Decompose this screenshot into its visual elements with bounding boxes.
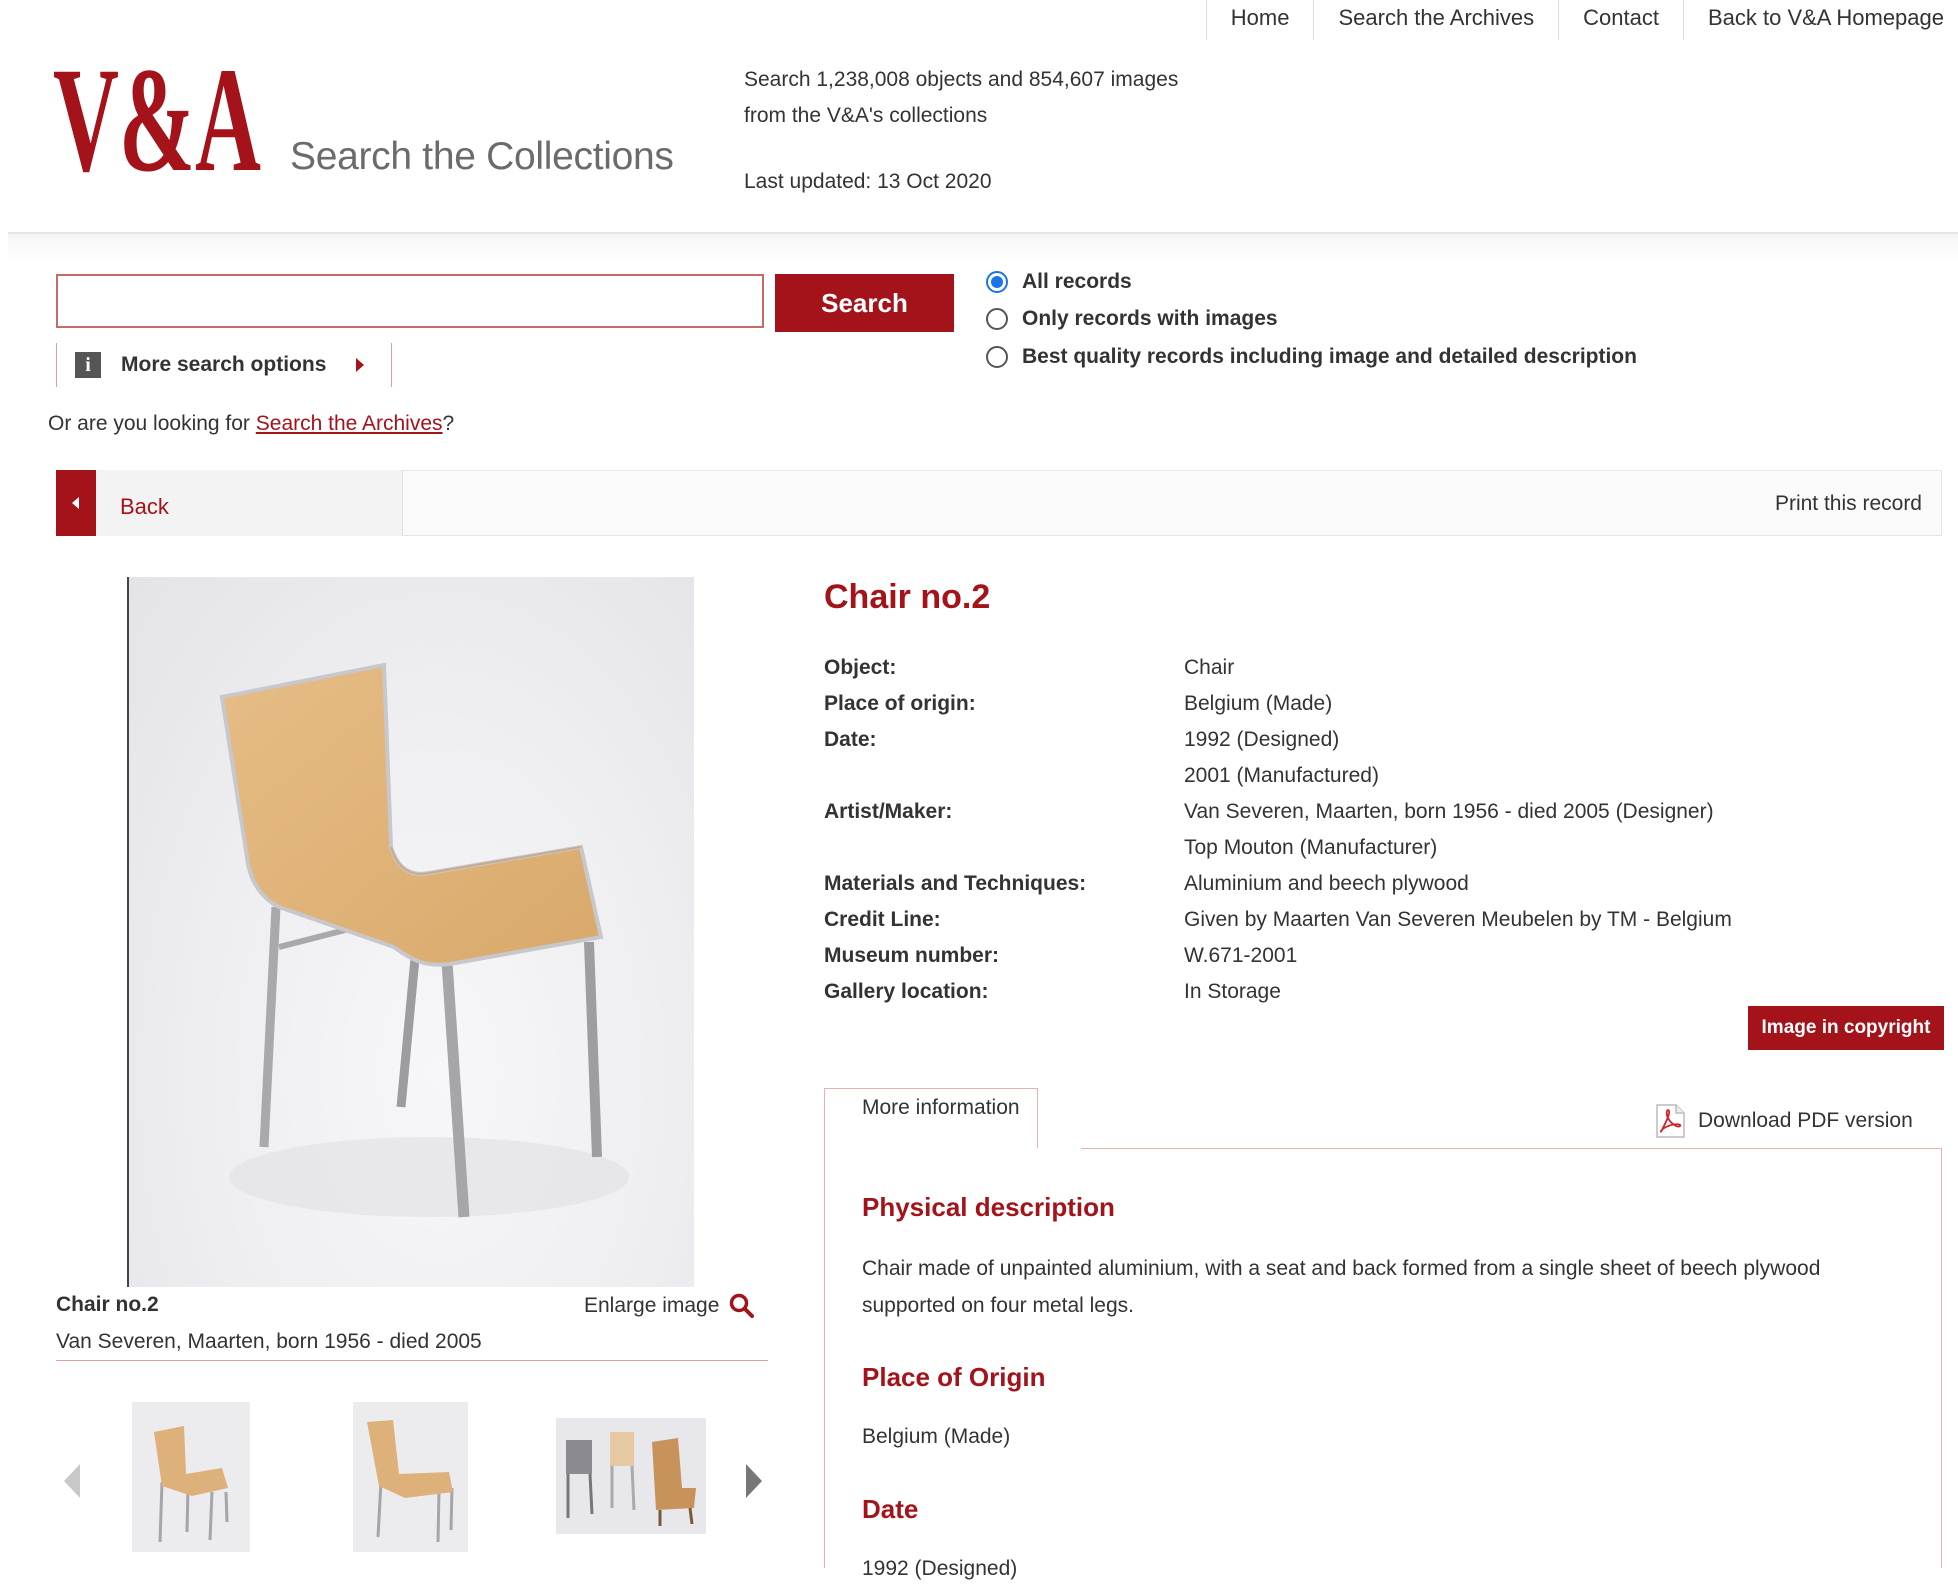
field-row-artist-maker: Artist/Maker: Van Severen, Maarten, born… <box>824 794 1944 866</box>
field-label: Place of origin: <box>824 692 976 715</box>
radio-label: Best quality records including image and… <box>1022 345 1637 368</box>
place-of-origin-heading: Place of Origin <box>862 1362 1046 1392</box>
radio-button[interactable] <box>986 346 1008 368</box>
radio-best-quality[interactable]: Best quality records including image and… <box>986 341 1637 373</box>
field-row-museum-number: Museum number: W.671-2001 <box>824 938 1944 974</box>
back-label[interactable]: Back <box>120 494 169 520</box>
enlarge-image-link[interactable]: Enlarge image <box>584 1293 755 1319</box>
field-label: Credit Line: <box>824 908 941 931</box>
field-label: Gallery location: <box>824 980 989 1003</box>
thumbnail-2[interactable] <box>353 1402 468 1552</box>
download-pdf-link[interactable]: Download PDF version <box>1654 1104 1913 1138</box>
field-value: Belgium (Made) <box>1184 692 1333 715</box>
magnifier-icon[interactable] <box>729 1293 755 1319</box>
field-label: Artist/Maker: <box>824 800 953 823</box>
field-value: Top Mouton (Manufacturer) <box>1184 836 1438 859</box>
search-button[interactable]: Search <box>775 274 954 332</box>
field-value: 1992 (Designed) <box>1184 728 1340 751</box>
nav-back-to-homepage[interactable]: Back to V&A Homepage <box>1682 0 1958 40</box>
nav-search-archives[interactable]: Search the Archives <box>1313 0 1558 40</box>
field-value: Van Severen, Maarten, born 1956 - died 2… <box>1184 800 1714 823</box>
field-label: Date: <box>824 728 877 751</box>
field-row-gallery-location: Gallery location: In Storage <box>824 974 1944 1010</box>
header-shadow <box>8 234 1958 262</box>
radio-button-checked[interactable] <box>986 271 1008 293</box>
archives-prefix: Or are you looking for <box>48 412 256 435</box>
tab-more-information[interactable]: More information <box>862 1096 1020 1120</box>
caption-divider <box>56 1360 768 1361</box>
last-updated: Last updated: 13 Oct 2020 <box>744 170 992 193</box>
search-archives-link[interactable]: Search the Archives <box>256 412 443 435</box>
chevron-left-icon[interactable] <box>60 1462 82 1500</box>
field-label: Materials and Techniques: <box>824 872 1087 895</box>
field-value: Given by Maarten Van Severen Meubelen by… <box>1184 908 1732 931</box>
stats-line-1: Search 1,238,008 objects and 854,607 ima… <box>744 68 1179 91</box>
panel-left-border <box>824 1088 825 1568</box>
info-icon: i <box>75 352 101 378</box>
field-value: Chair <box>1184 656 1235 679</box>
place-of-origin-text: Belgium (Made) <box>862 1425 1011 1448</box>
archives-suffix: ? <box>442 412 455 435</box>
field-row-date: Date: 1992 (Designed) 2001 (Manufactured… <box>824 722 1944 794</box>
more-search-options-label: More search options <box>121 353 327 376</box>
more-search-options[interactable]: i More search options <box>56 343 392 387</box>
search-input[interactable] <box>56 274 764 328</box>
logo-text: V&A <box>53 52 261 182</box>
radio-label: All records <box>1022 270 1132 293</box>
back-arrow-icon[interactable] <box>56 470 96 536</box>
panel-right-border <box>1941 1148 1942 1568</box>
object-main-image[interactable] <box>127 577 694 1287</box>
print-record-link[interactable]: Print this record <box>1775 492 1922 516</box>
field-value: In Storage <box>1184 980 1281 1003</box>
field-label: Object: <box>824 656 897 679</box>
top-navigation: Home Search the Archives Contact Back to… <box>1205 0 1958 40</box>
site-subtitle: Search the Collections <box>290 135 674 178</box>
physical-description-heading: Physical description <box>862 1192 1115 1222</box>
chair-illustration <box>219 662 629 1218</box>
caret-right-icon <box>356 358 365 372</box>
radio-label: Only records with images <box>1022 307 1278 330</box>
back-button[interactable] <box>56 470 403 536</box>
field-row-place-of-origin: Place of origin: Belgium (Made) <box>824 686 1944 722</box>
tab-top-border <box>824 1088 1038 1089</box>
radio-button[interactable] <box>986 308 1008 330</box>
field-value: 2001 (Manufactured) <box>1184 764 1379 787</box>
tab-right-border <box>1037 1088 1038 1148</box>
thumbnail-3[interactable] <box>556 1418 706 1534</box>
nav-home[interactable]: Home <box>1205 0 1314 40</box>
radio-all-records[interactable]: All records <box>986 266 1132 298</box>
tab-baseline <box>1081 1148 1942 1149</box>
image-copyright-button[interactable]: Image in copyright <box>1748 1006 1944 1050</box>
download-pdf-label: Download PDF version <box>1698 1109 1913 1132</box>
record-title: Chair no.2 <box>824 578 991 616</box>
field-value: Aluminium and beech plywood <box>1184 872 1469 895</box>
chevron-right-icon[interactable] <box>744 1462 766 1500</box>
va-logo[interactable]: V&A <box>53 52 263 182</box>
field-value: W.671-2001 <box>1184 944 1298 967</box>
image-caption-maker: Van Severen, Maarten, born 1956 - died 2… <box>56 1330 482 1353</box>
radio-records-with-images[interactable]: Only records with images <box>986 303 1278 335</box>
field-row-credit-line: Credit Line: Given by Maarten Van Severe… <box>824 902 1944 938</box>
enlarge-image-label: Enlarge image <box>584 1294 720 1317</box>
field-row-materials: Materials and Techniques: Aluminium and … <box>824 866 1944 902</box>
stats-line-2: from the V&A's collections <box>744 104 988 127</box>
physical-description-text: Chair made of unpainted aluminium, with … <box>862 1250 1820 1324</box>
record-fields: Object: Chair Place of origin: Belgium (… <box>824 650 1944 1010</box>
collection-stats: Search 1,238,008 objects and 854,607 ima… <box>744 62 1178 134</box>
physical-description-line-2: supported on four metal legs. <box>862 1294 1134 1317</box>
pdf-icon <box>1656 1104 1685 1138</box>
nav-contact[interactable]: Contact <box>1558 0 1683 40</box>
date-text: 1992 (Designed) <box>862 1557 1018 1580</box>
date-heading: Date <box>862 1494 919 1524</box>
physical-description-line-1: Chair made of unpainted aluminium, with … <box>862 1257 1821 1280</box>
field-row-object: Object: Chair <box>824 650 1944 686</box>
image-caption-title: Chair no.2 <box>56 1293 159 1316</box>
thumbnail-1[interactable] <box>132 1402 250 1552</box>
archives-prompt: Or are you looking for Search the Archiv… <box>48 412 454 436</box>
field-label: Museum number: <box>824 944 1000 967</box>
